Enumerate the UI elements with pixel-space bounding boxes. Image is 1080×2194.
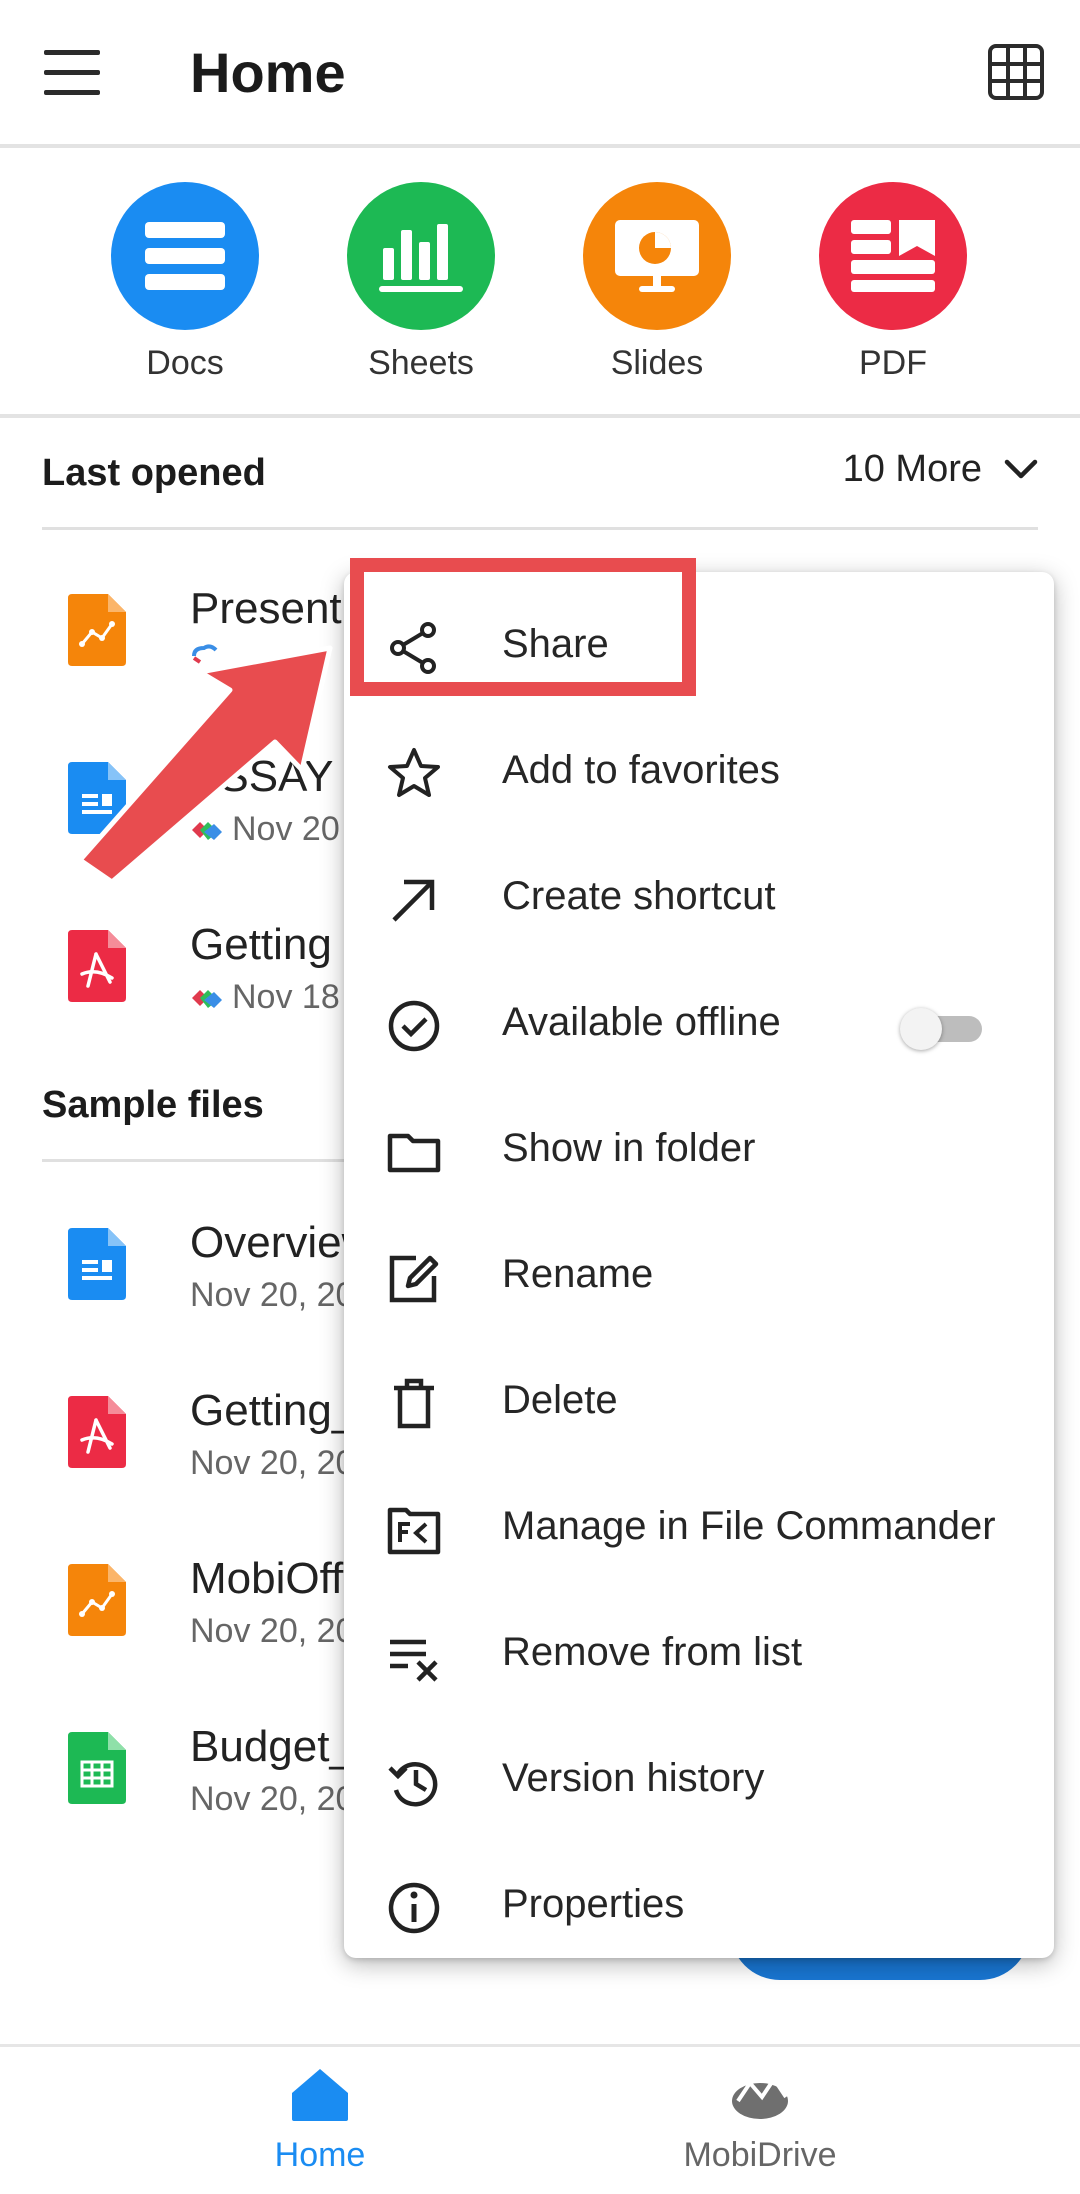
- star-icon: [388, 748, 440, 797]
- pdf-label: PDF: [859, 344, 927, 382]
- file-name: Getting: [190, 920, 332, 969]
- sheets-file-icon: [68, 1732, 126, 1804]
- menu-item-rename[interactable]: Rename: [344, 1214, 1054, 1340]
- menu-item-label: Create shortcut: [502, 874, 776, 918]
- menu-item-label: Version history: [502, 1756, 765, 1800]
- page-title: Home: [190, 41, 346, 104]
- create-sheets-button[interactable]: Sheets: [346, 182, 496, 383]
- menu-item-label: Manage in File Commander: [502, 1504, 996, 1548]
- file-name: Budget_: [190, 1722, 354, 1771]
- cloud-sync-icon: [192, 989, 222, 1008]
- file-context-menu: Share Add to favorites Create shortcut A…: [344, 572, 1054, 1958]
- menu-item-label: Properties: [502, 1882, 685, 1926]
- slides-file-icon: [68, 1564, 126, 1636]
- remove-list-icon: [390, 1639, 438, 1682]
- last-opened-header: Last opened 10 More: [42, 422, 1038, 530]
- file-meta: Nov 20, 20: [190, 1276, 355, 1314]
- menu-item-manage-in-file-commander[interactable]: Manage in File Commander: [344, 1466, 1054, 1592]
- menu-item-available-offline[interactable]: Available offline: [344, 962, 1054, 1088]
- edit-icon: [389, 1255, 439, 1303]
- file-name: MobiOff: [190, 1554, 344, 1603]
- offline-toggle[interactable]: [900, 1008, 988, 1050]
- menu-item-label: Add to favorites: [502, 748, 780, 792]
- menu-item-create-shortcut[interactable]: Create shortcut: [344, 836, 1054, 962]
- history-icon: [388, 1762, 438, 1807]
- create-docs-button[interactable]: Docs: [110, 182, 260, 383]
- menu-item-add-to-favorites[interactable]: Add to favorites: [344, 710, 1054, 836]
- file-commander-icon: [387, 1507, 441, 1555]
- nav-mobidrive[interactable]: MobiDrive: [640, 2067, 880, 2175]
- slides-label: Slides: [610, 344, 704, 382]
- menu-item-label: Show in folder: [502, 1126, 756, 1170]
- file-meta: Nov 20, 20: [190, 1612, 355, 1650]
- check-circle-icon: [388, 1000, 440, 1052]
- home-icon: [292, 2069, 348, 2121]
- menu-item-label: Available offline: [502, 1000, 781, 1044]
- nav-mobidrive-label: MobiDrive: [683, 2136, 837, 2174]
- file-meta: Nov 18: [190, 978, 340, 1017]
- file-meta: Nov 20, 20: [190, 1444, 355, 1482]
- last-opened-title: Last opened: [42, 452, 266, 494]
- pdf-icon: [819, 182, 967, 330]
- pdf-file-icon: [68, 1396, 126, 1468]
- menu-item-label: Rename: [502, 1252, 654, 1296]
- quick-create-bar: Docs Sheets Slides PDF: [0, 152, 1080, 418]
- hamburger-menu-icon[interactable]: [44, 50, 100, 96]
- pdf-file-icon: [68, 930, 126, 1002]
- bottom-navigation: Home MobiDrive: [0, 2044, 1080, 2194]
- nav-home-label: Home: [274, 2136, 366, 2174]
- menu-item-label: Delete: [502, 1378, 618, 1422]
- sheets-icon: [347, 182, 495, 330]
- nav-home[interactable]: Home: [200, 2067, 440, 2175]
- folder-icon: [387, 1133, 441, 1173]
- more-button[interactable]: 10 More: [843, 448, 1038, 491]
- info-icon: [388, 1882, 440, 1934]
- pointer-arrow-icon: [77, 645, 333, 880]
- app-bar: Home: [0, 0, 1080, 148]
- slides-icon: [583, 182, 731, 330]
- file-name: Getting_: [190, 1386, 357, 1435]
- sample-files-title: Sample files: [42, 1084, 264, 1126]
- arrow-up-right-icon: [392, 879, 435, 922]
- share-highlight-box: [350, 558, 696, 696]
- docs-icon: [111, 182, 259, 330]
- create-slides-button[interactable]: Slides: [582, 182, 732, 383]
- more-label: 10 More: [842, 448, 982, 490]
- grid-view-icon[interactable]: [986, 42, 1046, 102]
- menu-item-remove-from-list[interactable]: Remove from list: [344, 1592, 1054, 1718]
- create-pdf-button[interactable]: PDF: [818, 182, 968, 383]
- docs-label: Docs: [146, 344, 224, 382]
- chevron-down-icon: [1004, 459, 1038, 478]
- file-meta: Nov 20, 20: [190, 1780, 355, 1818]
- menu-item-delete[interactable]: Delete: [344, 1340, 1054, 1466]
- menu-item-version-history[interactable]: Version history: [344, 1718, 1054, 1844]
- menu-item-show-in-folder[interactable]: Show in folder: [344, 1088, 1054, 1214]
- mobidrive-cloud-icon: [732, 2075, 788, 2119]
- docs-file-icon: [68, 1228, 126, 1300]
- menu-item-properties[interactable]: Properties: [344, 1844, 1054, 1958]
- trash-icon: [394, 1378, 434, 1429]
- menu-item-label: Remove from list: [502, 1630, 803, 1674]
- sheets-label: Sheets: [368, 344, 474, 382]
